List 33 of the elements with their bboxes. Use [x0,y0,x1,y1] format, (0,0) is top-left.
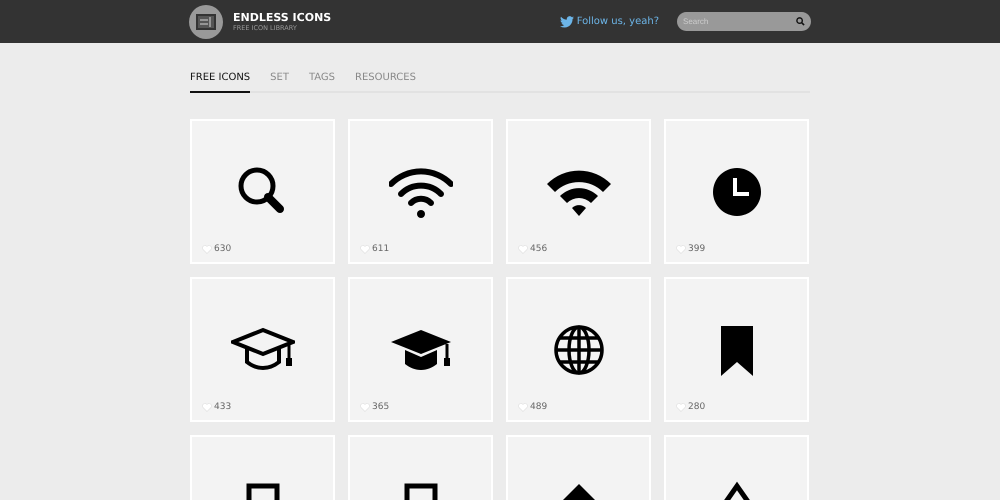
search-icon[interactable] [796,17,805,26]
heart-icon[interactable] [518,244,528,254]
heart-icon[interactable] [202,402,212,412]
icon-card[interactable]: 365 [348,277,493,422]
icon-card[interactable]: 280 [664,277,809,422]
icon-card[interactable]: 433 [190,277,335,422]
bird-icon[interactable] [560,16,574,28]
like-count: 630 [214,244,232,254]
icon-card[interactable]: 611 [348,119,493,264]
like-count: 489 [530,402,548,412]
like-count: 399 [688,244,706,254]
like-count: 611 [372,244,390,254]
heart-icon[interactable] [360,244,370,254]
logo-icon[interactable] [189,4,223,38]
icon-card[interactable]: 456 [506,119,651,264]
like-count: 456 [530,244,548,254]
nav-tab[interactable]: TAGS [308,70,336,93]
heart-icon[interactable] [360,402,370,412]
follow-link[interactable]: Follow us, yeah? [560,16,659,28]
icon-card[interactable]: 630 [190,119,335,264]
heart-icon[interactable] [518,402,528,412]
like-count: 365 [372,402,390,412]
nav-tab[interactable]: SET [270,70,289,93]
heart-icon[interactable] [676,402,686,412]
site-title: ENDLESS ICONS [233,11,332,24]
nav-tab[interactable]: RESOURCES [355,70,416,93]
like-count: 280 [688,402,706,412]
heart-icon[interactable] [676,244,686,254]
icon-card[interactable]: 399 [664,119,809,264]
icon-card[interactable]: 489 [506,277,651,422]
nav-tab[interactable]: FREE ICONS [190,70,250,93]
like-count: 433 [214,402,232,412]
heart-icon[interactable] [202,244,212,254]
